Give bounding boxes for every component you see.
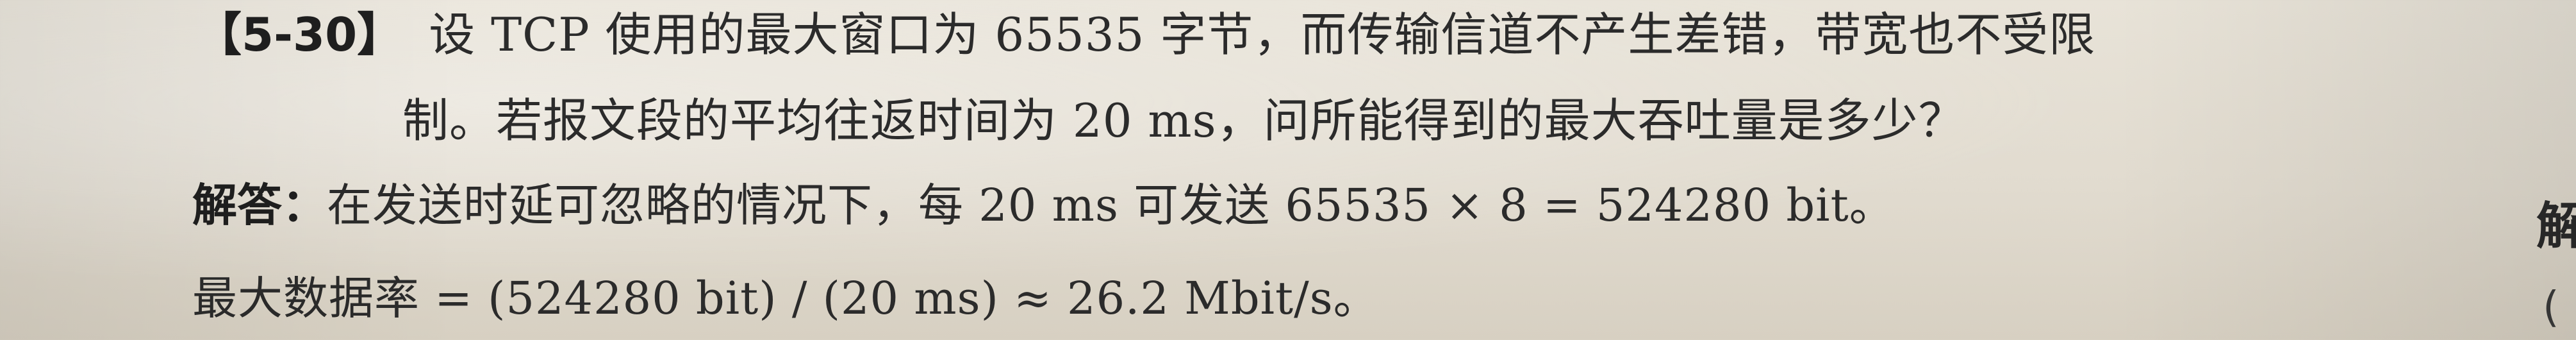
question-line-1: 【5-30】设 TCP 使用的最大窗口为 65535 字节，而传输信道不产生差错… bbox=[195, 12, 2095, 58]
question-text-line-2: 制。若报文段的平均往返时间为 20 ms，问所能得到的最大吞吐量是多少？ bbox=[402, 94, 1965, 148]
answer-text-line-1: 在发送时延可忽略的情况下，每 20 ms 可发送 65535 × 8 = 524… bbox=[327, 179, 1895, 232]
answer-line-2: 最大数据率 = (524280 bit) / (20 ms) ≈ 26.2 Mb… bbox=[192, 276, 1379, 321]
question-number: 【5-30】 bbox=[195, 8, 404, 62]
textbook-page: 【5-30】设 TCP 使用的最大窗口为 65535 字节，而传输信道不产生差错… bbox=[0, 0, 2576, 340]
question-line-2: 制。若报文段的平均往返时间为 20 ms，问所能得到的最大吞吐量是多少？ bbox=[402, 98, 1965, 144]
answer-label: 解答： bbox=[192, 179, 327, 232]
answer-text-line-2: 最大数据率 = (524280 bit) / (20 ms) ≈ 26.2 Mb… bbox=[192, 272, 1379, 325]
next-column-partial-char: 解 bbox=[2536, 198, 2576, 255]
next-column-partial-paren: ( bbox=[2543, 282, 2559, 332]
question-text-line-1: 设 TCP 使用的最大窗口为 65535 字节，而传输信道不产生差错，带宽也不受… bbox=[429, 8, 2096, 62]
answer-line-1: 解答：在发送时延可忽略的情况下，每 20 ms 可发送 65535 × 8 = … bbox=[192, 183, 1895, 228]
